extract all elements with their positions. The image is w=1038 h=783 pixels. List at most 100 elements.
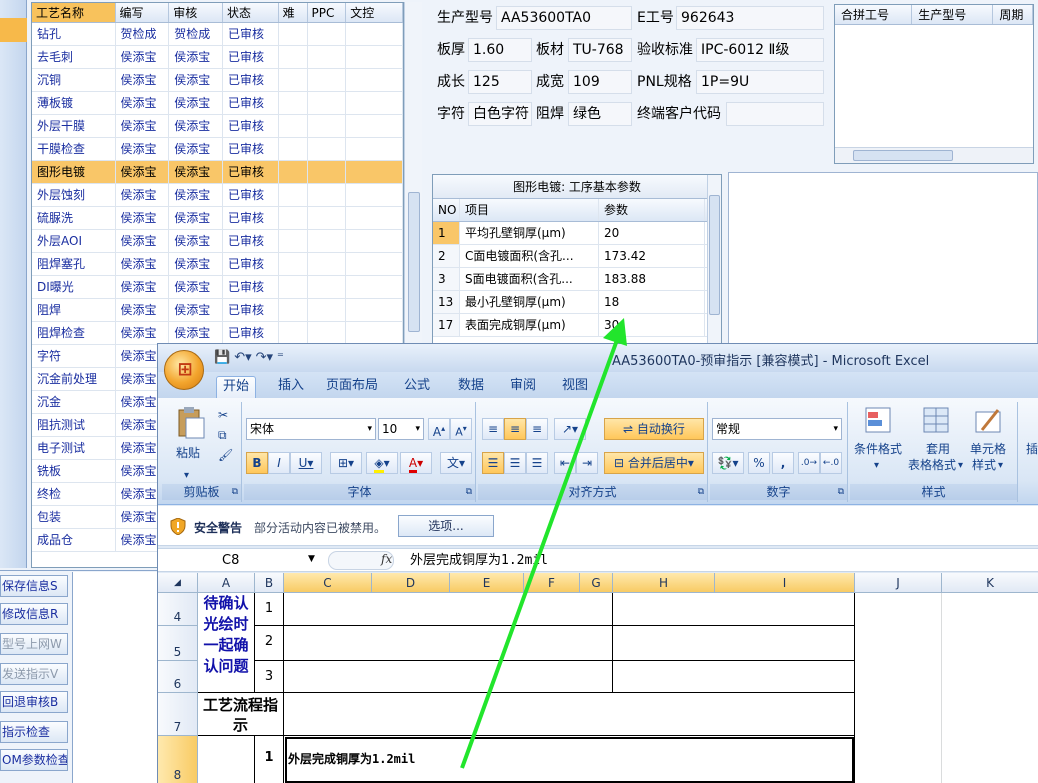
office-button[interactable]: ⊞	[164, 350, 204, 390]
merged-cell-h5[interactable]	[613, 626, 855, 661]
col-header-reviewer[interactable]: 审核	[169, 3, 223, 22]
customer-code-field[interactable]	[726, 102, 824, 126]
left-action-button-7[interactable]: OM参数检查	[0, 749, 68, 771]
borders-icon[interactable]: ⊞▾	[330, 452, 362, 474]
merged-cell-c4[interactable]	[284, 593, 613, 626]
chevron-down-icon[interactable]: ▼	[308, 554, 315, 564]
cell-b6[interactable]: 3	[255, 661, 284, 693]
column-header-c[interactable]: C	[284, 573, 372, 593]
col-header-doc-control[interactable]: 文控	[346, 3, 403, 22]
wrap-text-button[interactable]: ⇌ 自动换行	[604, 418, 704, 440]
align-middle-icon[interactable]: ≡	[504, 418, 526, 440]
table-row[interactable]: 外层干膜 侯添宝 侯添宝 已审核	[32, 115, 403, 138]
merged-cell-a7[interactable]: 工艺流程指示	[198, 693, 284, 736]
grow-font-icon[interactable]: A▴	[428, 418, 450, 440]
italic-icon[interactable]: I	[268, 452, 290, 474]
left-action-button-4[interactable]: 发送指示V	[0, 663, 68, 685]
chevron-down-icon[interactable]: ▾	[874, 458, 879, 473]
row-header-7[interactable]: 7	[158, 693, 198, 736]
left-action-button-2[interactable]: 修改信息R	[0, 603, 68, 625]
row-header-8[interactable]: 8	[158, 736, 198, 783]
column-header-h[interactable]: H	[613, 573, 715, 593]
col-header-ppc[interactable]: PPC	[308, 3, 347, 22]
cut-icon[interactable]: ✂	[218, 408, 228, 423]
merged-cell-a4-a6[interactable]: 待确认光绘时一起确认问题	[198, 593, 255, 693]
col-header-cycle[interactable]: 周期	[993, 5, 1033, 24]
underline-icon[interactable]: U▾	[290, 452, 322, 474]
col-header-param[interactable]: 参数	[599, 199, 705, 221]
column-header-a[interactable]: A	[198, 573, 255, 593]
table-row[interactable]: 阻焊检查 侯添宝 侯添宝 已审核	[32, 322, 403, 345]
orientation-icon[interactable]: ↗▾	[554, 418, 586, 440]
left-action-button-3[interactable]: 型号上网W	[0, 633, 68, 655]
table-row[interactable]: 1 平均孔壁铜厚(μm) 20	[433, 222, 721, 245]
column-header-b[interactable]: B	[255, 573, 284, 593]
table-row[interactable]: 2 C面电镀面积(含孔... 173.42	[433, 245, 721, 268]
e-number-field[interactable]: 962643	[676, 6, 824, 30]
align-left-icon[interactable]: ☰	[482, 452, 504, 474]
table-row[interactable]: 硫脲洗 侯添宝 侯添宝 已审核	[32, 207, 403, 230]
dialog-launcher-icon[interactable]: ⧉	[698, 484, 704, 500]
scrollbar-thumb[interactable]	[709, 195, 720, 315]
chevron-down-icon[interactable]: ▾	[415, 419, 420, 439]
cell-b5[interactable]: 2	[255, 626, 284, 661]
save-icon[interactable]: 💾	[214, 350, 230, 368]
copy-icon[interactable]: ⧉	[218, 428, 227, 443]
scrollbar-thumb[interactable]	[408, 192, 420, 332]
redo-icon[interactable]: ↷▾	[256, 350, 273, 368]
material-field[interactable]: TU-768	[568, 38, 632, 62]
merged-cell-h4[interactable]	[613, 593, 855, 626]
solder-mask-field[interactable]: 绿色	[568, 102, 632, 126]
ribbon-tab-7[interactable]: 视图	[556, 376, 594, 398]
cell-styles-line2[interactable]: 样式	[972, 458, 996, 473]
ribbon-tab-2[interactable]: 插入	[272, 376, 310, 398]
merge-center-button[interactable]: ⊟ 合并后居中▾	[604, 452, 704, 474]
select-all-corner[interactable]: ◢	[158, 573, 198, 593]
col-header-model[interactable]: 生产型号	[912, 5, 994, 24]
left-action-button-1[interactable]: 保存信息S	[0, 575, 68, 597]
ribbon-tab-6[interactable]: 审阅	[504, 376, 542, 398]
paste-button[interactable]: 粘贴	[176, 446, 200, 461]
combined-list-hscroll[interactable]	[835, 147, 1033, 163]
ribbon-tab-4[interactable]: 公式	[398, 376, 436, 398]
undo-icon[interactable]: ↶▾	[234, 350, 251, 368]
model-field[interactable]: AA53600TA0	[496, 6, 632, 30]
merged-cell-c5[interactable]	[284, 626, 613, 661]
row-header-5[interactable]: 5	[158, 626, 198, 661]
cell-b8[interactable]: 1	[255, 736, 284, 783]
table-row[interactable]: 去毛刺 侯添宝 侯添宝 已审核	[32, 46, 403, 69]
table-row[interactable]: 3 S面电镀面积(含孔... 183.88	[433, 268, 721, 291]
param-grid-scrollbar[interactable]	[707, 175, 721, 343]
table-row[interactable]: 沉铜 侯添宝 侯添宝 已审核	[32, 69, 403, 92]
decrease-indent-icon[interactable]: ⇤	[554, 452, 576, 474]
dialog-launcher-icon[interactable]: ⧉	[838, 484, 844, 500]
percent-icon[interactable]: %	[748, 452, 770, 474]
phonetic-icon[interactable]: 文▾	[440, 452, 472, 474]
table-row[interactable]: 阻焊塞孔 侯添宝 侯添宝 已审核	[32, 253, 403, 276]
align-center-icon[interactable]: ☰	[504, 452, 526, 474]
table-row[interactable]: 外层蚀刻 侯添宝 侯添宝 已审核	[32, 184, 403, 207]
scrollbar-thumb[interactable]	[853, 150, 953, 161]
selected-cell-c8[interactable]: 外层完成铜厚为1.2mil	[284, 736, 855, 783]
left-action-button-5[interactable]: 回退审核B	[0, 691, 68, 713]
paste-icon[interactable]	[176, 406, 206, 439]
increase-decimal-icon[interactable]: .0→	[798, 452, 820, 474]
cell-styles-line1[interactable]: 单元格	[970, 442, 1006, 457]
chevron-down-icon[interactable]: ▾	[958, 458, 963, 473]
column-header-i[interactable]: I	[715, 573, 855, 593]
table-row[interactable]: 13 最小孔壁铜厚(μm) 18	[433, 291, 721, 314]
character-field[interactable]: 白色字符	[468, 102, 532, 126]
bold-icon[interactable]: B	[246, 452, 268, 474]
merged-cell-h6[interactable]	[613, 661, 855, 693]
font-size-box[interactable]: 10 ▾	[378, 418, 424, 440]
left-nav-selected[interactable]	[0, 18, 27, 42]
thickness-field[interactable]: 1.60	[468, 38, 532, 62]
width-field[interactable]: 109	[568, 70, 632, 94]
increase-indent-icon[interactable]: ⇥	[576, 452, 598, 474]
dialog-launcher-icon[interactable]: ⧉	[466, 484, 472, 500]
shrink-font-icon[interactable]: A▾	[450, 418, 472, 440]
column-header-e[interactable]: E	[450, 573, 524, 593]
merged-cell-c6[interactable]	[284, 661, 613, 693]
comma-icon[interactable]: ,	[772, 452, 794, 474]
dialog-launcher-icon[interactable]: ⧉	[232, 484, 238, 500]
